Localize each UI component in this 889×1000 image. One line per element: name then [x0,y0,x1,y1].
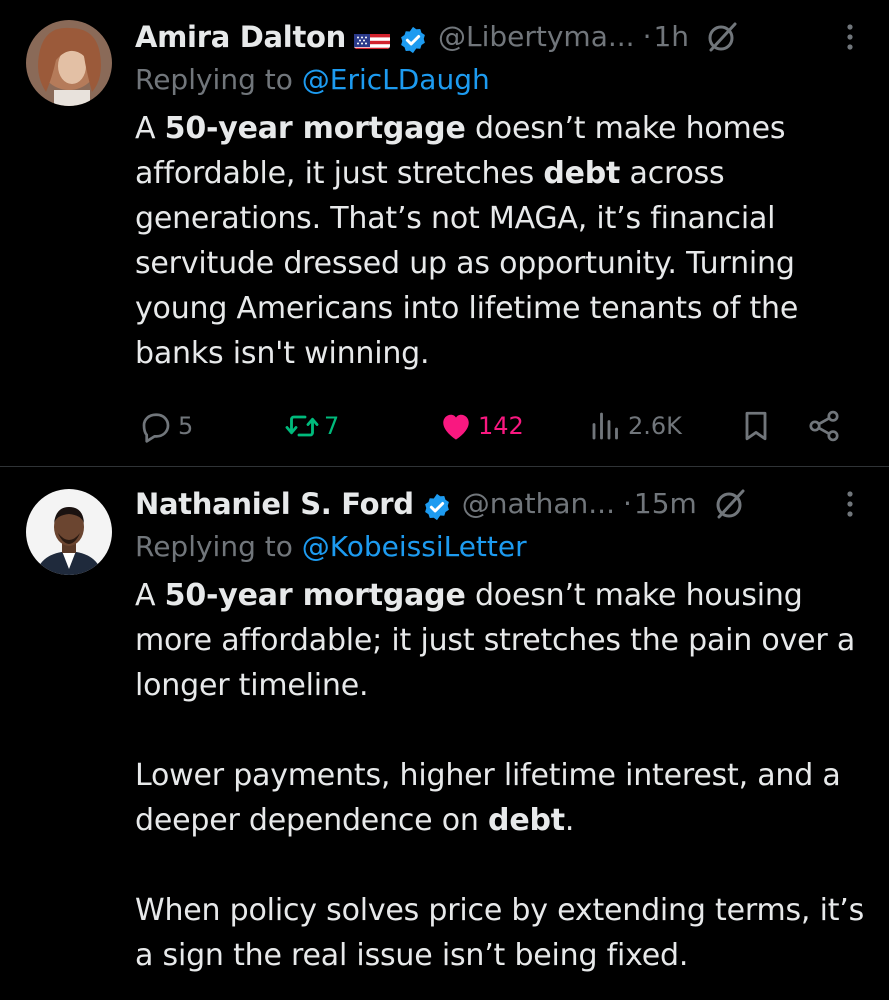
like-icon [443,414,469,440]
text-segment: . [564,803,575,838]
views-icon [592,412,618,440]
text-segment-bold: debt [488,803,565,838]
replying-to-mention[interactable]: @EricLDaugh [302,63,490,96]
paragraph: A 50-year mortgage doesn’t make housing … [135,573,869,708]
timestamp[interactable]: 15m [634,481,697,527]
share-icon [809,410,839,442]
paragraph: When policy solves price by extending te… [135,888,869,978]
post-amira-dalton[interactable]: Amira Dalton @Libertyma... · 1h Replying… [0,0,889,467]
text-segment: A [135,578,165,613]
action-bar: 5 7 142 2.6K [138,406,839,446]
repost-count: 7 [324,412,340,440]
replying-prefix: Replying to [135,530,302,563]
post-text: A 50-year mortgage doesn’t make homes af… [135,106,869,376]
like-count: 142 [478,412,524,440]
verified-badge-icon [422,489,452,521]
views-button[interactable]: 2.6K [588,406,682,446]
bookmark-icon [745,411,767,441]
separator-dot: · [642,20,652,53]
share-button[interactable] [806,406,842,446]
timestamp[interactable]: 1h [653,14,689,60]
replying-prefix: Replying to [135,63,302,96]
avatar[interactable] [26,489,112,575]
replying-to: Replying to @EricLDaugh [135,60,869,104]
text-segment-bold: 50-year mortgage [164,111,466,146]
repost-button[interactable]: 7 [284,406,339,446]
view-count: 2.6K [628,412,682,440]
text-segment-bold: debt [543,156,621,191]
replying-to-mention[interactable]: @KobeissiLetter [302,530,527,563]
reply-icon [142,413,170,443]
text-segment-bold: 50-year mortgage [164,578,466,613]
grok-icon[interactable] [713,487,747,521]
avatar[interactable] [26,20,112,106]
text-segment: When policy solves price by extending te… [135,893,865,973]
handle[interactable]: @Libertyma... [438,14,635,60]
like-button[interactable]: 142 [438,406,524,446]
more-vertical-icon[interactable] [845,22,855,52]
post-header: Amira Dalton @Libertyma... · 1h [135,14,869,60]
paragraph: Lower payments, higher lifetime interest… [135,753,869,843]
more-vertical-icon[interactable] [845,489,855,519]
verified-badge-icon [398,22,428,54]
reply-button[interactable]: 5 [138,406,193,446]
post-nathaniel-ford[interactable]: Nathaniel S. Ford @nathan... · 15m Reply… [0,467,889,978]
reply-count: 5 [178,412,194,440]
post-header: Nathaniel S. Ford @nathan... · 15m [135,481,869,527]
bookmark-button[interactable] [738,406,774,446]
replying-to: Replying to @KobeissiLetter [135,527,869,571]
display-name[interactable]: Amira Dalton [135,14,346,60]
repost-icon [285,415,319,437]
handle[interactable]: @nathan... [462,481,615,527]
text-segment: A [135,111,165,146]
us-flag-icon [353,25,390,49]
display-name[interactable]: Nathaniel S. Ford [135,481,414,527]
separator-dot: · [622,487,632,520]
post-text: A 50-year mortgage doesn’t make housing … [135,573,869,978]
grok-icon[interactable] [705,20,739,54]
